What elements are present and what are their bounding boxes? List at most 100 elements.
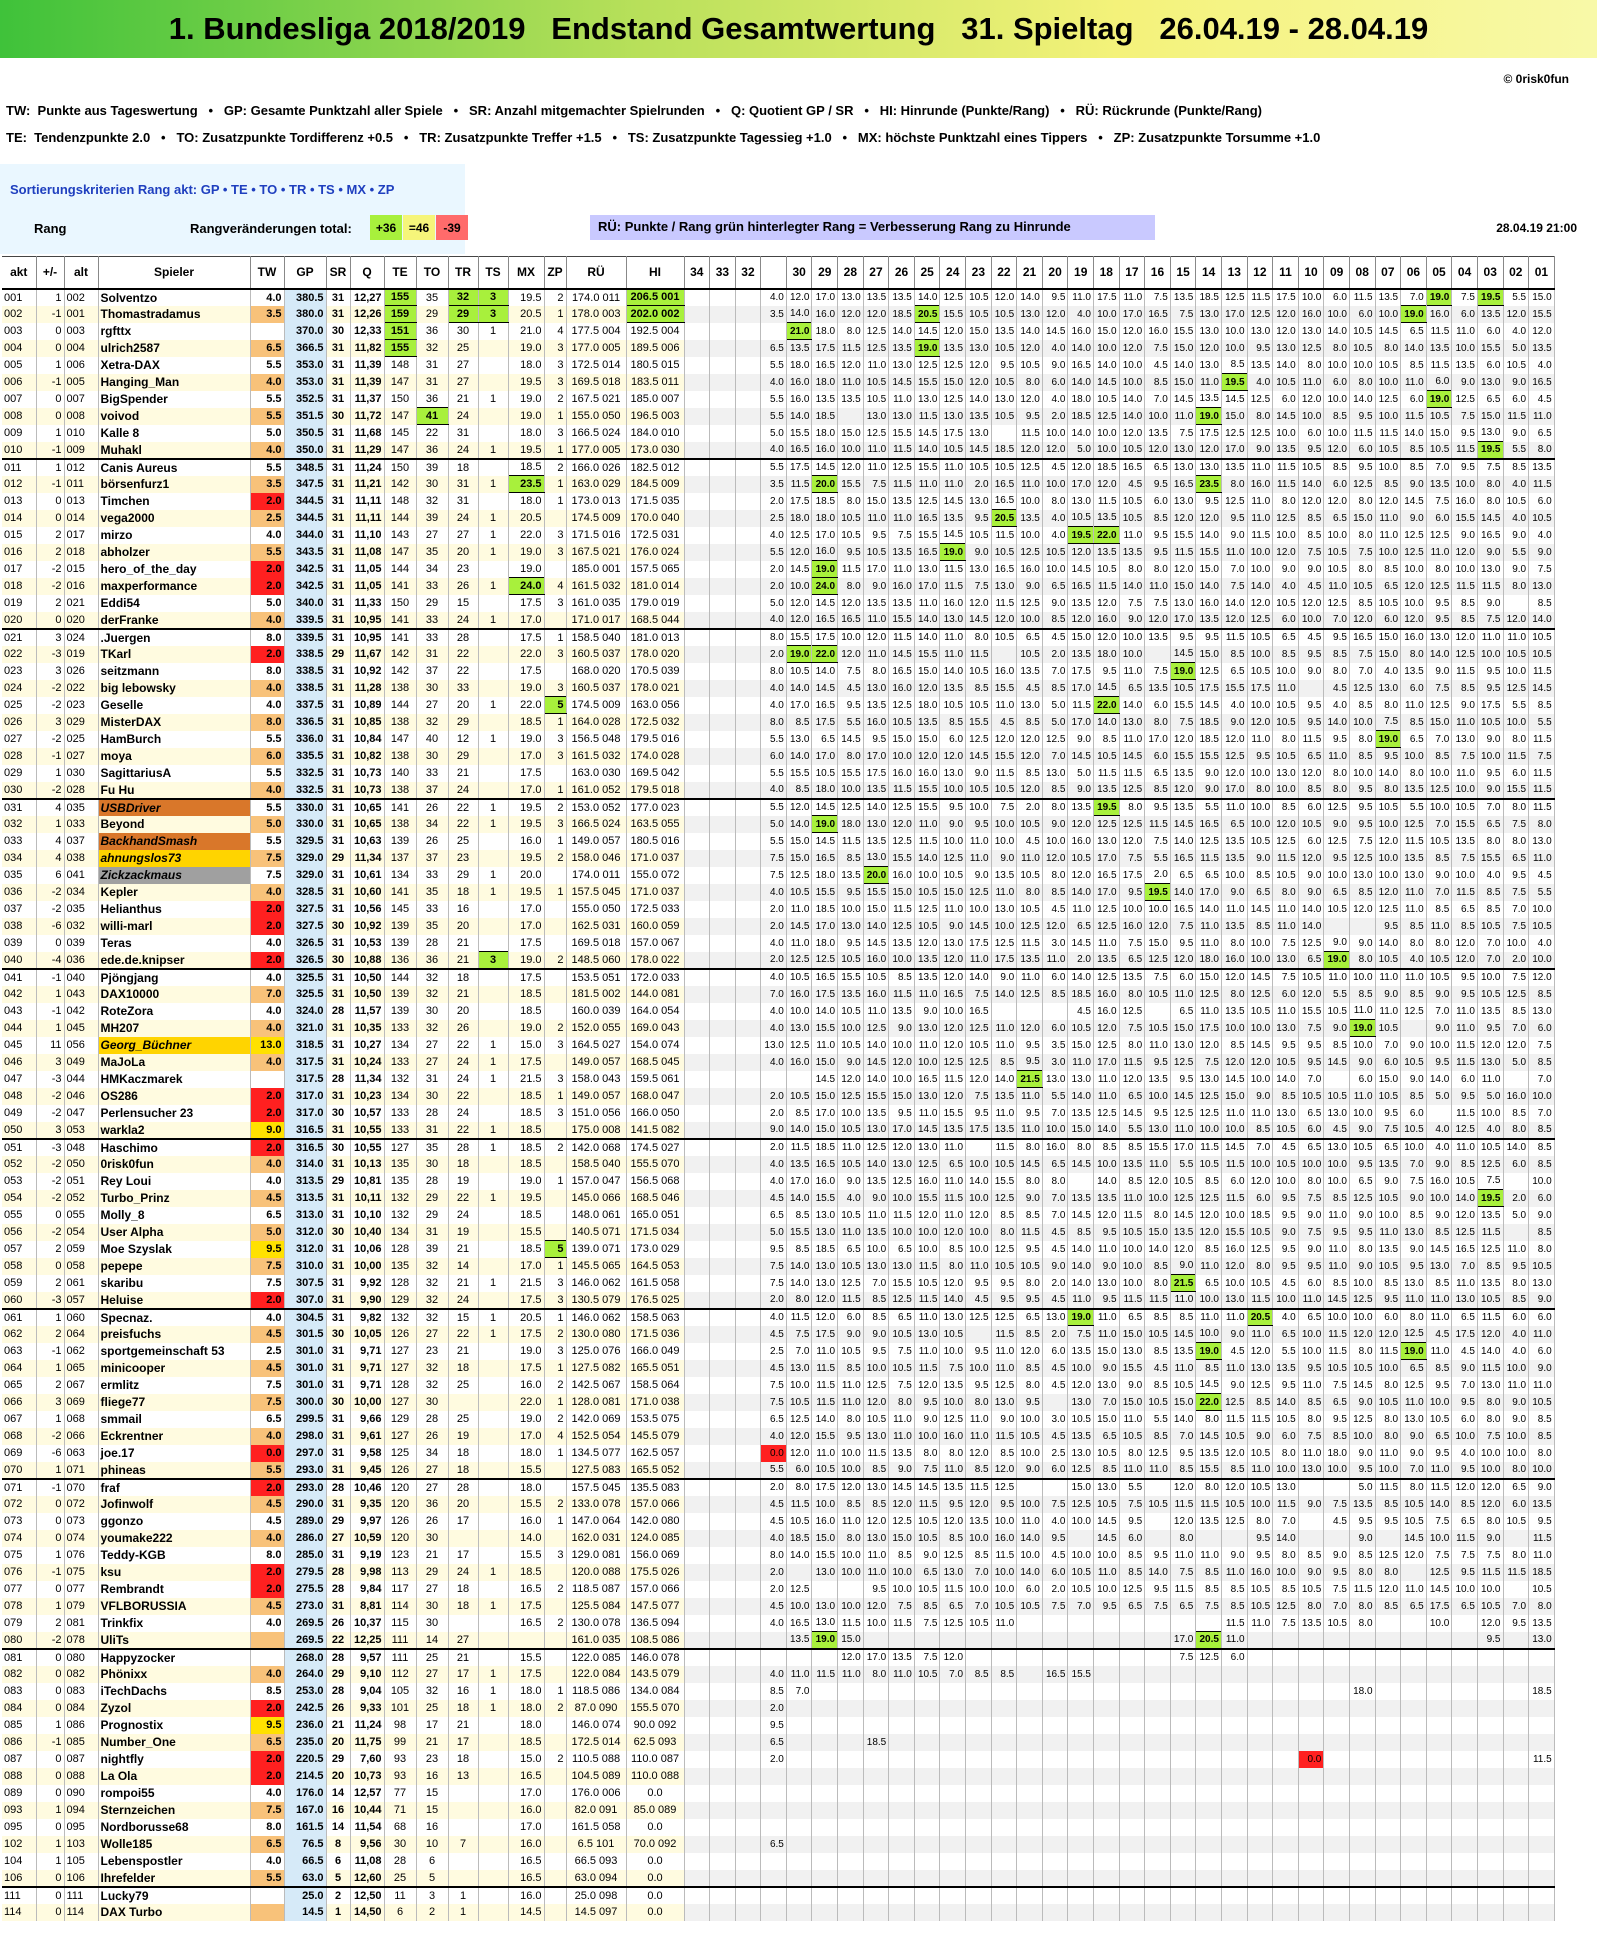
header-matchday-33[interactable]: 33 bbox=[709, 256, 736, 290]
table-row[interactable]: 034 4 038 ahnungslos73 7.5 329.0 29 11,34 137 37 2… bbox=[2, 849, 1555, 867]
header-sr[interactable]: SR bbox=[326, 256, 351, 290]
header-matchday-05[interactable]: 05 bbox=[1426, 256, 1453, 290]
table-row[interactable]: 026 3 029 MisterDAX 8.0 336.5 31 10,85 138 32 29 18… bbox=[2, 713, 1555, 731]
table-row[interactable]: 087 0 087 nightfly 2.0 220.5 29 7,60 93 23 18 15.0 2… bbox=[2, 1750, 1555, 1768]
table-row[interactable]: 067 1 068 smmail 6.5 299.5 31 9,66 129 28 25 19.0 2 1… bbox=[2, 1410, 1555, 1428]
table-row[interactable]: 017 -2 015 hero_of_the_day 2.0 342.5 31 11,05 14… bbox=[2, 560, 1555, 578]
header-matchday-14[interactable]: 14 bbox=[1195, 256, 1222, 290]
table-row[interactable]: 095 0 095 Nordborusse68 8.0 161.5 14 11,54 68 16 1… bbox=[2, 1818, 1555, 1836]
table-row[interactable]: 058 0 058 pepepe 7.5 310.0 31 10,00 135 32 14 17.0 1… bbox=[2, 1257, 1555, 1275]
table-row[interactable]: 061 1 060 Specnaz. 4.0 304.5 31 9,82 132 32 15 1 20.… bbox=[2, 1307, 1555, 1326]
header-matchday-01[interactable]: 01 bbox=[1528, 256, 1555, 290]
header-te[interactable]: TE bbox=[384, 256, 417, 290]
table-row[interactable]: 011 1 012 Canis Aureus 5.5 348.5 31 11,24 150 39 1… bbox=[2, 457, 1555, 476]
header-matchday-34[interactable]: 34 bbox=[684, 256, 711, 290]
table-row[interactable]: 077 0 077 Rembrandt 2.0 275.5 28 9,84 117 27 18 16.… bbox=[2, 1580, 1555, 1598]
header-matchday-19[interactable]: 19 bbox=[1067, 256, 1094, 290]
table-row[interactable]: 055 0 055 Molly_8 6.5 313.0 31 10,10 132 29 24 18.5… bbox=[2, 1206, 1555, 1224]
table-row[interactable]: 056 -2 054 User Alpha 5.0 312.0 30 10,40 134 31 19… bbox=[2, 1223, 1555, 1241]
table-row[interactable]: 050 3 053 warkla2 9.0 316.5 31 10,55 133 31 22 1 18.… bbox=[2, 1121, 1555, 1139]
header-matchday-24[interactable]: 24 bbox=[939, 256, 967, 290]
header-to[interactable]: TO bbox=[416, 256, 449, 290]
table-row[interactable]: 038 -6 032 willi-marl 2.0 327.5 30 10,92 139 35 20… bbox=[2, 917, 1555, 935]
header-akt[interactable]: akt bbox=[2, 256, 37, 290]
table-row[interactable]: 102 1 103 Wolle185 6.5 76.5 8 9,56 30 10 7 16.0 6.5 … bbox=[2, 1835, 1555, 1853]
header-matchday-18[interactable]: 18 bbox=[1093, 256, 1120, 290]
table-row[interactable]: 081 0 080 Happyzocker 268.0 28 9,57 111 25 21 15.5… bbox=[2, 1647, 1555, 1666]
table-row[interactable]: 037 -2 035 Helianthus 2.0 327.5 31 10,56 145 33 16… bbox=[2, 900, 1555, 918]
table-row[interactable]: 001 1 002 Solventzo 4.0 380.5 31 12,27 155 35 32 3 1… bbox=[2, 287, 1555, 306]
table-row[interactable]: 040 -4 036 ede.de.knipser 2.0 326.5 30 10,88 136… bbox=[2, 951, 1555, 969]
table-row[interactable]: 053 -2 051 Rey Loui 4.0 313.5 29 10,81 135 28 19 19… bbox=[2, 1172, 1555, 1190]
table-row[interactable]: 093 1 094 Sternzeichen 7.5 167.0 16 10,44 71 15 16… bbox=[2, 1801, 1555, 1819]
header-matchday-08[interactable]: 08 bbox=[1349, 256, 1376, 290]
header-plus-minus[interactable]: +/- bbox=[36, 256, 65, 290]
table-row[interactable]: 072 0 072 Jofinwolf 4.5 290.0 31 9,35 120 36 20 15.… bbox=[2, 1495, 1555, 1513]
table-row[interactable]: 084 0 084 Zyzol 2.0 242.5 26 9,33 101 25 18 1 18.0 2 8… bbox=[2, 1699, 1555, 1717]
table-row[interactable]: 071 -1 070 fraf 2.0 293.0 28 10,46 120 27 28 18.0 15… bbox=[2, 1477, 1555, 1496]
table-row[interactable]: 045 11 056 Georg_Büchner 13.0 318.5 31 10,27 134… bbox=[2, 1036, 1555, 1054]
header-matchday-22[interactable]: 22 bbox=[991, 256, 1018, 290]
table-row[interactable]: 007 0 007 BigSpender 5.5 352.5 31 11,37 150 36 21 1… bbox=[2, 390, 1555, 408]
table-row[interactable]: 016 2 018 abholzer 5.5 343.5 31 11,08 147 35 20 1 19… bbox=[2, 543, 1555, 561]
table-row[interactable]: 073 0 073 ggonzo 4.5 289.0 29 9,97 126 26 17 16.0 1 1… bbox=[2, 1512, 1555, 1530]
table-row[interactable]: 032 1 033 Beyond 5.0 330.0 31 10,65 138 34 22 1 19.5… bbox=[2, 815, 1555, 833]
header-matchday-29[interactable]: 29 bbox=[811, 256, 839, 290]
header-matchday-10[interactable]: 10 bbox=[1298, 256, 1325, 290]
table-row[interactable]: 085 1 086 Prognostix 9.5 236.0 21 11,24 98 17 21 18… bbox=[2, 1716, 1555, 1734]
table-row[interactable]: 022 -3 019 TKarl 2.0 338.5 29 11,67 142 31 22 22.0 3… bbox=[2, 645, 1555, 663]
table-row[interactable]: 023 3 026 seitzmann 8.0 338.5 31 10,92 142 37 22 17… bbox=[2, 662, 1555, 680]
table-row[interactable]: 014 0 014 vega2000 2.5 344.5 31 11,11 144 39 24 1 20… bbox=[2, 509, 1555, 527]
header-matchday-15[interactable]: 15 bbox=[1170, 256, 1197, 290]
table-row[interactable]: 015 2 017 mirzo 4.0 344.0 31 11,10 143 27 27 1 22.0 3… bbox=[2, 526, 1555, 544]
table-row[interactable]: 074 0 074 youmake222 4.0 286.0 27 10,59 120 30 14.… bbox=[2, 1529, 1555, 1547]
table-row[interactable]: 060 -3 057 Heluise 2.0 307.0 31 9,90 129 32 24 17.5… bbox=[2, 1291, 1555, 1309]
table-row[interactable]: 025 -2 023 Geselle 4.0 337.5 31 10,89 144 27 20 1 22… bbox=[2, 696, 1555, 714]
table-row[interactable]: 057 2 059 Moe Szyslak 9.5 312.0 31 10,06 128 39 21… bbox=[2, 1240, 1555, 1258]
header-matchday-28[interactable]: 28 bbox=[837, 256, 864, 290]
table-row[interactable]: 088 0 088 La Ola 2.0 214.5 20 10,73 93 16 13 16.5 10… bbox=[2, 1767, 1555, 1785]
header-matchday-23[interactable]: 23 bbox=[965, 256, 992, 290]
table-row[interactable]: 063 -1 062 sportgemeinschaft 53 2.5 301.0 31 9,… bbox=[2, 1342, 1555, 1360]
header-matchday-27[interactable]: 27 bbox=[863, 256, 890, 290]
table-row[interactable]: 046 3 049 MaJoLa 4.0 317.5 31 10,24 133 27 24 1 17.5… bbox=[2, 1053, 1555, 1071]
table-row[interactable]: 049 -2 047 Perlensucher 23 2.0 317.0 30 10,57 13… bbox=[2, 1104, 1555, 1122]
table-row[interactable]: 104 1 105 Lebenspostler 4.0 66.5 6 11,08 28 6 16.5… bbox=[2, 1852, 1555, 1870]
header-q[interactable]: Q bbox=[350, 256, 385, 290]
table-row[interactable]: 070 1 071 phineas 5.5 293.0 31 9,45 126 27 18 15.5 1… bbox=[2, 1461, 1555, 1479]
header-matchday-11[interactable]: 11 bbox=[1272, 256, 1299, 290]
header-matchday-20[interactable]: 20 bbox=[1042, 256, 1069, 290]
header-matchday-31[interactable]: 31 bbox=[760, 256, 787, 290]
header-matchday-21[interactable]: 21 bbox=[1016, 256, 1043, 290]
table-row[interactable]: 059 2 061 skaribu 7.5 307.5 31 9,92 128 32 21 1 21.5… bbox=[2, 1274, 1555, 1292]
table-row[interactable]: 031 4 035 USBDriver 5.5 330.0 31 10,65 141 26 22 1 1… bbox=[2, 797, 1555, 816]
header-tw[interactable]: TW bbox=[250, 256, 285, 290]
header-mx[interactable]: MX bbox=[508, 256, 545, 290]
table-row[interactable]: 051 -3 048 Haschimo 2.0 316.5 30 10,55 127 35 28 1 1… bbox=[2, 1137, 1555, 1156]
table-row[interactable]: 002 -1 001 Thomastradamus 3.5 380.0 31 12,26 159… bbox=[2, 305, 1555, 323]
table-row[interactable]: 024 -2 022 big lebowsky 4.0 338.5 31 11,28 138 30… bbox=[2, 679, 1555, 697]
table-row[interactable]: 078 1 079 VFLBORUSSIA 4.5 273.0 31 8,81 114 30 18 1… bbox=[2, 1597, 1555, 1615]
table-row[interactable]: 043 -1 042 RoteZora 4.0 324.0 28 11,57 139 30 20 18… bbox=[2, 1002, 1555, 1020]
header-matchday-09[interactable]: 09 bbox=[1323, 256, 1350, 290]
header-matchday-30[interactable]: 30 bbox=[786, 256, 813, 290]
table-row[interactable]: 086 -1 085 Number_One 6.5 235.0 20 11,75 99 21 17 1… bbox=[2, 1733, 1555, 1751]
table-row[interactable]: 003 0 003 rgfttx 370.0 30 12,33 151 36 30 1 21.0 4 17… bbox=[2, 322, 1555, 340]
header-matchday-12[interactable]: 12 bbox=[1247, 256, 1274, 290]
table-row[interactable]: 013 0 013 Timchen 2.0 344.5 31 11,11 148 32 31 18.0… bbox=[2, 492, 1555, 510]
table-row[interactable]: 052 -2 050 0risk0fun 4.0 314.0 31 10,13 135 30 18 1… bbox=[2, 1155, 1555, 1173]
table-row[interactable]: 068 -2 066 Eckrentner 4.0 298.0 31 9,61 127 26 19 1… bbox=[2, 1427, 1555, 1445]
table-row[interactable]: 012 -1 011 börsenfurz1 3.5 347.5 31 11,21 142 30 3… bbox=[2, 475, 1555, 493]
table-row[interactable]: 069 -6 063 joe.17 0.0 297.0 31 9,58 125 34 18 18.0 1… bbox=[2, 1444, 1555, 1462]
table-row[interactable]: 029 1 030 SagittariusA 5.5 332.5 31 10,73 140 33 2… bbox=[2, 764, 1555, 782]
header-matchday-17[interactable]: 17 bbox=[1119, 256, 1146, 290]
table-row[interactable]: 036 -2 034 Kepler 4.0 328.5 31 10,60 141 35 18 1 19.… bbox=[2, 883, 1555, 901]
header-matchday-32[interactable]: 32 bbox=[735, 256, 762, 290]
header-hi[interactable]: HI bbox=[626, 256, 685, 290]
table-row[interactable]: 062 2 064 preisfuchs 4.5 301.5 30 10,05 126 27 22 1… bbox=[2, 1325, 1555, 1343]
table-row[interactable]: 006 -1 005 Hanging_Man 4.0 353.0 31 11,39 147 31 2… bbox=[2, 373, 1555, 391]
table-row[interactable]: 114 0 114 DAX Turbo 14.5 1 14,50 6 2 1 14.5 14.5 09… bbox=[2, 1903, 1555, 1921]
table-row[interactable]: 075 1 076 Teddy-KGB 8.0 285.0 31 9,19 123 21 17 15.… bbox=[2, 1546, 1555, 1564]
header-matchday-02[interactable]: 02 bbox=[1503, 256, 1530, 290]
table-row[interactable]: 065 2 067 ermlitz 7.5 301.0 31 9,71 128 32 25 16.0 2… bbox=[2, 1376, 1555, 1394]
